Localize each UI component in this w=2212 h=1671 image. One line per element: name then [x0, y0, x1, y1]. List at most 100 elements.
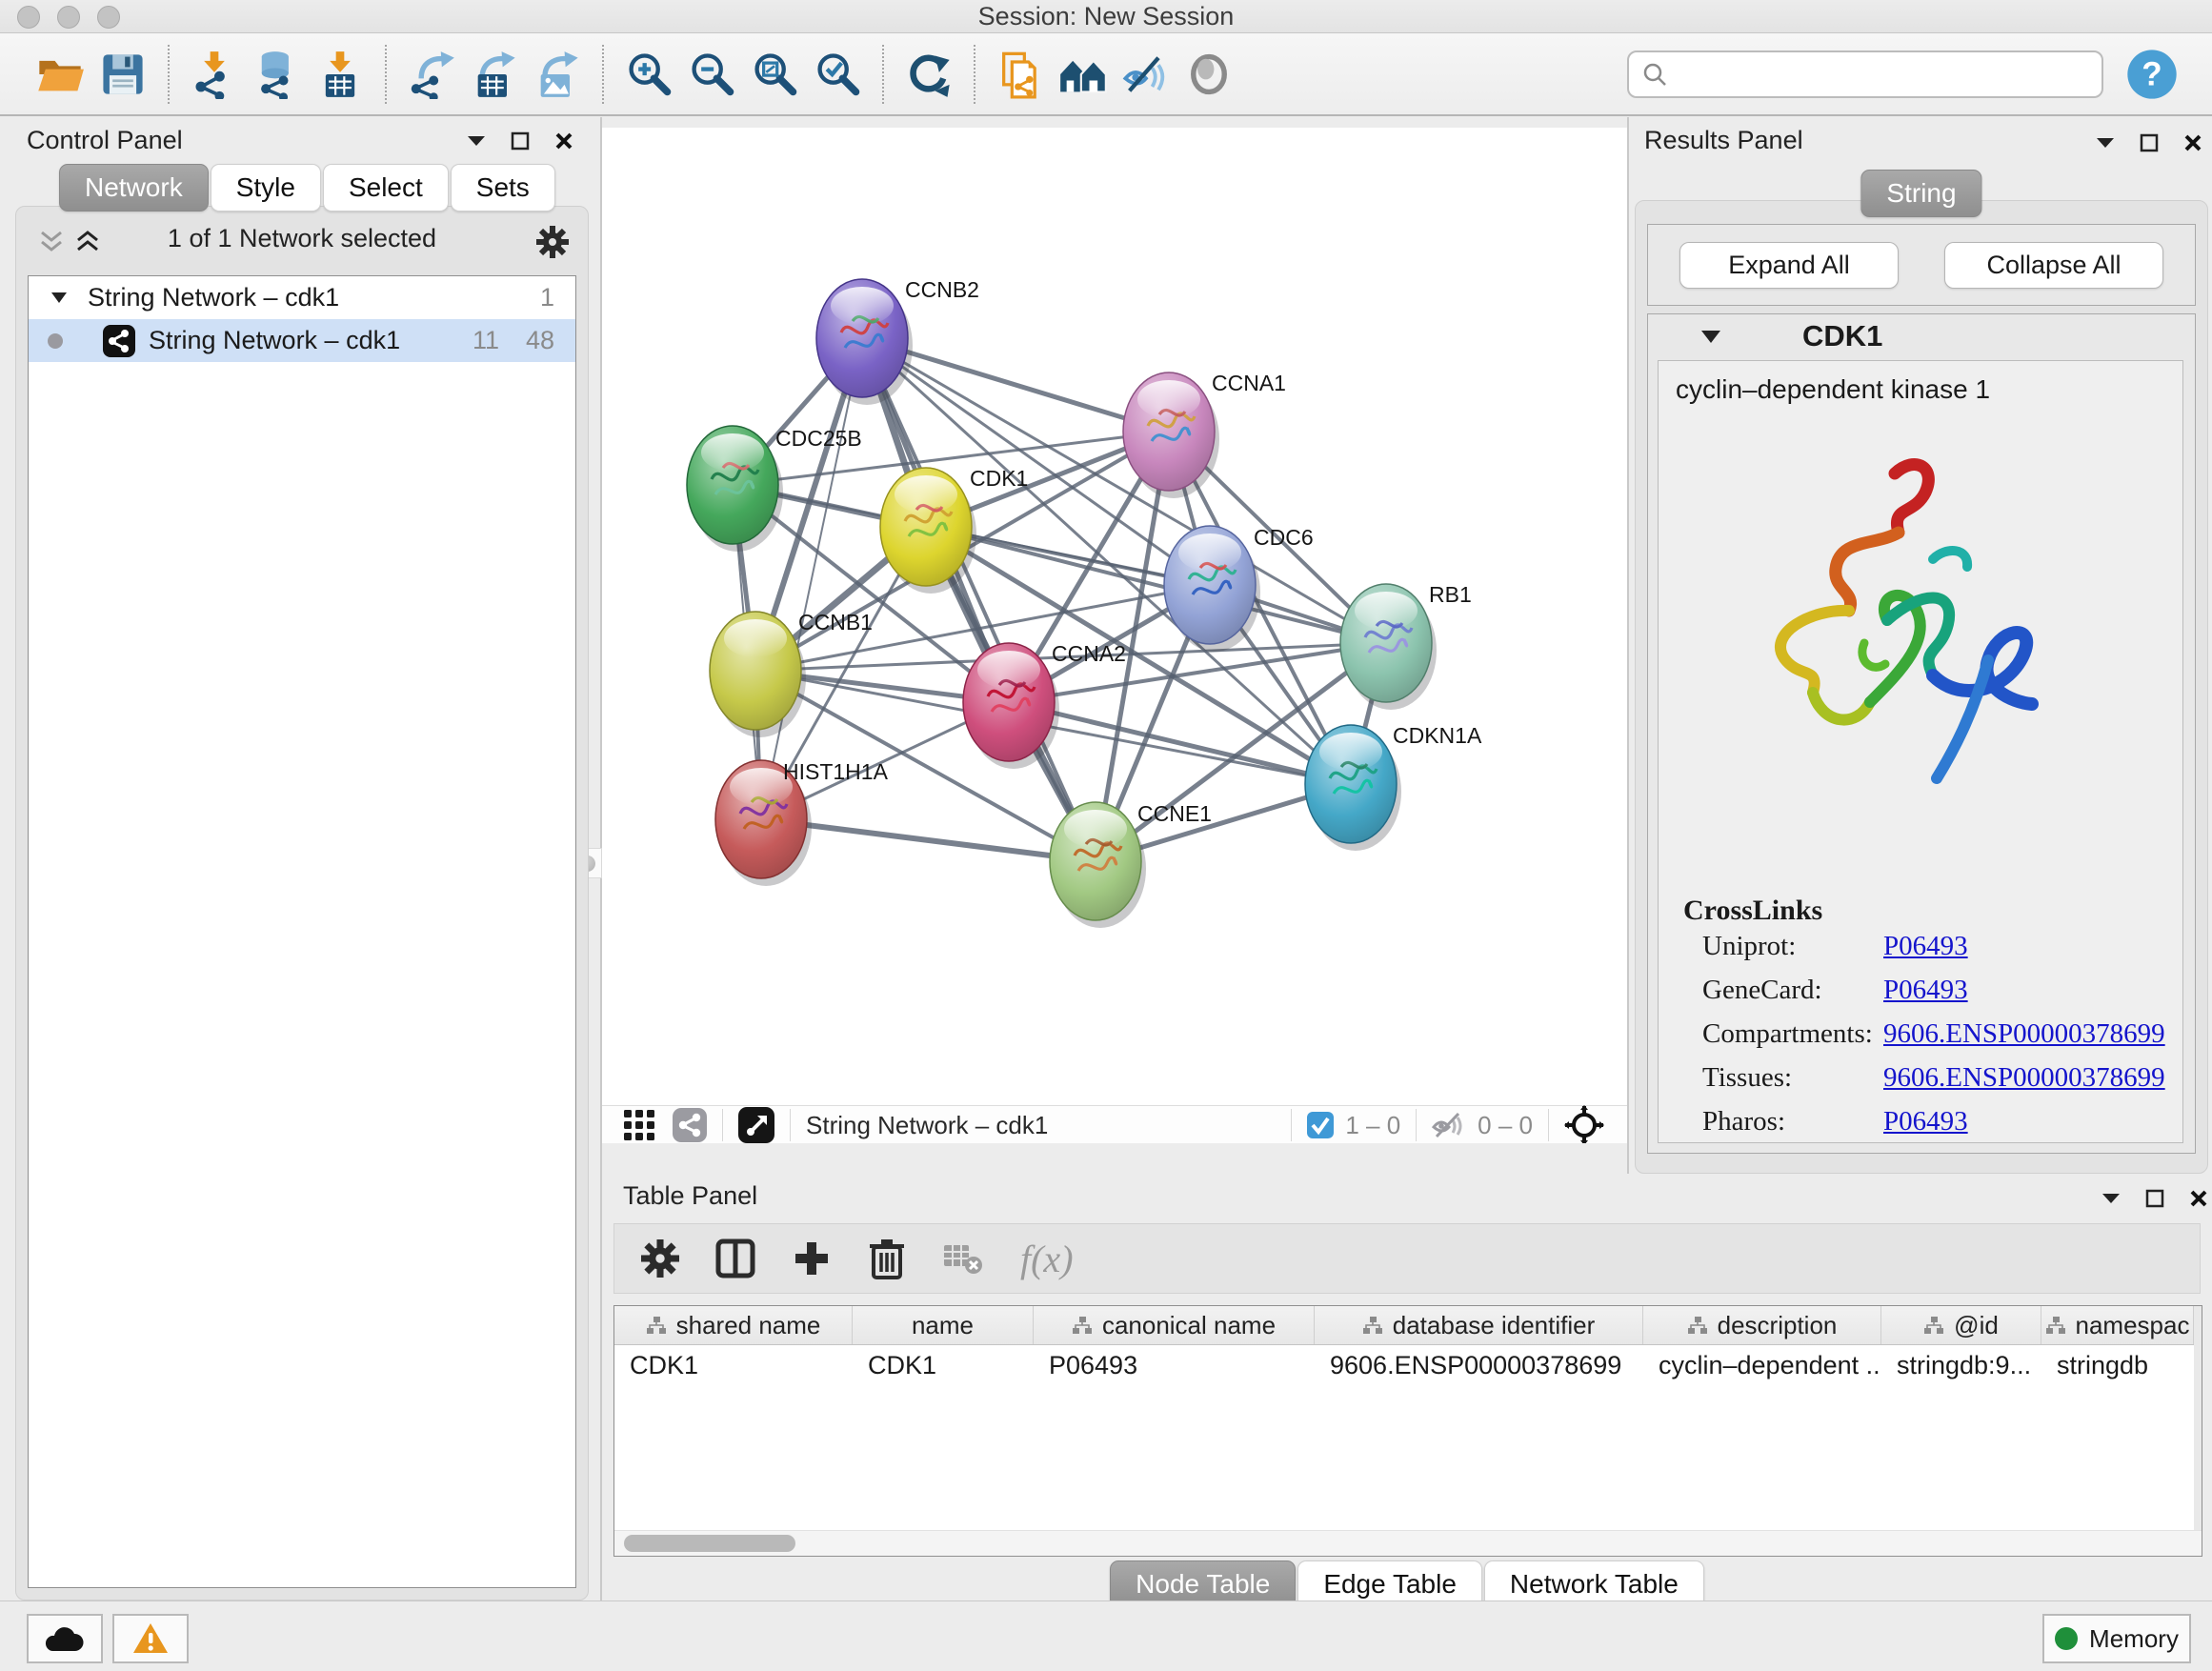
network-canvas[interactable]: CCNB2CCNA1CDC25BCDK1CDC6RB1CCNB1CCNA2CDK…: [602, 128, 1627, 1105]
share-view-icon[interactable]: [673, 1108, 707, 1142]
panel-float-icon[interactable]: [2145, 1189, 2164, 1208]
column-header-name[interactable]: name: [853, 1306, 1034, 1344]
network-node-CCNB2[interactable]: [816, 279, 913, 405]
network-graph[interactable]: CCNB2CCNA1CDC25BCDK1CDC6RB1CCNB1CCNA2CDK…: [602, 128, 1627, 1105]
column-header--id[interactable]: @id: [1881, 1306, 2041, 1344]
network-node-CCNB1[interactable]: [710, 612, 806, 737]
search-input[interactable]: [1669, 58, 2090, 90]
network-node-CCNE1[interactable]: [1050, 802, 1146, 928]
table-cell[interactable]: stringdb:9...: [1881, 1345, 2041, 1385]
network-options-gear-icon[interactable]: [536, 226, 569, 258]
crosslink-link[interactable]: 9606.ENSP00000378699: [1883, 1018, 2165, 1050]
entry-collapse-icon[interactable]: [1701, 331, 1720, 343]
network-edge[interactable]: [761, 338, 862, 819]
hide-unhide-button[interactable]: [1115, 43, 1177, 106]
open-in-string-button[interactable]: [989, 43, 1052, 106]
panel-float-icon[interactable]: [2140, 133, 2159, 152]
string-home-button[interactable]: [1052, 43, 1115, 106]
table-cell[interactable]: CDK1: [853, 1345, 1034, 1385]
function-builder-button[interactable]: f(x): [1020, 1237, 1074, 1281]
search-field[interactable]: [1627, 50, 2103, 98]
warning-button[interactable]: [112, 1614, 189, 1663]
scrollbar-thumb[interactable]: [624, 1535, 795, 1552]
import-table-file-button[interactable]: [309, 43, 372, 106]
birdseye-view-icon[interactable]: [738, 1107, 774, 1143]
crosslink-link[interactable]: P06493: [1883, 931, 1968, 962]
export-table-button[interactable]: [463, 43, 526, 106]
create-column-icon[interactable]: [792, 1238, 832, 1278]
show-columns-icon[interactable]: [715, 1238, 755, 1278]
panel-menu-chevron-icon[interactable]: [2096, 137, 2115, 149]
expand-all-button[interactable]: Expand All: [1679, 242, 1899, 289]
tab-select[interactable]: Select: [323, 164, 449, 211]
network-edge[interactable]: [862, 338, 1096, 861]
network-node-CCNA1[interactable]: [1123, 372, 1219, 498]
network-node-CDKN1A[interactable]: [1305, 725, 1401, 851]
panel-menu-chevron-icon[interactable]: [2101, 1193, 2121, 1204]
column-header-database-identifier[interactable]: database identifier: [1315, 1306, 1643, 1344]
panel-close-icon[interactable]: [2183, 133, 2202, 152]
table-vertical-scrollbar[interactable]: [2194, 1306, 2202, 1556]
help-button[interactable]: ?: [2121, 43, 2183, 106]
tab-string[interactable]: String: [1860, 170, 1981, 217]
table-options-gear-icon[interactable]: [641, 1239, 679, 1278]
crosslink-link[interactable]: 9606.ENSP00000378699: [1883, 1062, 2165, 1094]
open-session-button[interactable]: [29, 43, 91, 106]
zoom-fit-button[interactable]: [743, 43, 806, 106]
center-view-icon[interactable]: [1564, 1105, 1604, 1145]
export-network-button[interactable]: [400, 43, 463, 106]
column-header-description[interactable]: description: [1643, 1306, 1881, 1344]
import-network-file-button[interactable]: [183, 43, 246, 106]
tree-expander-icon[interactable]: [51, 292, 67, 303]
cloud-button[interactable]: [27, 1614, 103, 1663]
zoom-selected-button[interactable]: [806, 43, 869, 106]
zoom-out-button[interactable]: [680, 43, 743, 106]
tab-network[interactable]: Network: [59, 164, 209, 211]
network-node-RB1[interactable]: [1340, 584, 1437, 710]
node-label-CCNA1: CCNA1: [1212, 371, 1286, 395]
crosslink-row: GeneCard:P06493: [1702, 975, 2182, 1006]
save-session-button[interactable]: [91, 43, 154, 106]
houses-icon: [1058, 50, 1108, 99]
panel-float-icon[interactable]: [511, 131, 530, 151]
node-label-RB1: RB1: [1429, 582, 1472, 607]
memory-button[interactable]: Memory: [2042, 1614, 2191, 1663]
table-horizontal-scrollbar[interactable]: [614, 1530, 2202, 1556]
cloud-icon: [43, 1622, 87, 1655]
presentation-sphere-button[interactable]: [1177, 43, 1240, 106]
network-node-CDK1[interactable]: [880, 468, 976, 594]
table-cell[interactable]: P06493: [1034, 1345, 1315, 1385]
grid-view-icon[interactable]: [623, 1109, 655, 1141]
column-header-namespac[interactable]: namespac: [2041, 1306, 2194, 1344]
export-image-button[interactable]: [526, 43, 589, 106]
table-cell[interactable]: cyclin–dependent ...: [1643, 1345, 1881, 1385]
zoom-in-button[interactable]: [617, 43, 680, 106]
table-cell[interactable]: 9606.ENSP00000378699: [1315, 1345, 1643, 1385]
delete-column-icon[interactable]: [868, 1238, 906, 1279]
crosslink-link[interactable]: P06493: [1883, 1106, 1968, 1137]
crosslink-link[interactable]: P06493: [1883, 975, 1968, 1006]
tab-style[interactable]: Style: [211, 164, 321, 211]
network-row[interactable]: String Network – cdk1 11 48: [29, 319, 575, 362]
table-row[interactable]: CDK1CDK1P064939606.ENSP00000378699cyclin…: [614, 1345, 2202, 1385]
hidden-eye-icon[interactable]: [1432, 1111, 1466, 1139]
panel-close-icon[interactable]: [2189, 1189, 2208, 1208]
import-network-database-button[interactable]: [246, 43, 309, 106]
network-node-CDC6[interactable]: [1164, 526, 1260, 652]
refresh-network-button[interactable]: [897, 43, 960, 106]
panel-menu-chevron-icon[interactable]: [467, 135, 486, 147]
network-node-CCNA2[interactable]: [963, 643, 1059, 769]
column-header-canonical-name[interactable]: canonical name: [1034, 1306, 1315, 1344]
results-panel-splitter[interactable]: [1627, 117, 1629, 1174]
network-collection-row[interactable]: String Network – cdk1 1: [29, 276, 575, 319]
tab-sets[interactable]: Sets: [451, 164, 555, 211]
selected-checkbox-icon[interactable]: [1307, 1112, 1334, 1138]
delete-table-icon[interactable]: [942, 1239, 984, 1278]
table-cell[interactable]: CDK1: [614, 1345, 853, 1385]
collapse-all-button[interactable]: Collapse All: [1944, 242, 2163, 289]
gene-entry-header[interactable]: CDK1: [1648, 314, 2195, 358]
column-header-shared-name[interactable]: shared name: [614, 1306, 853, 1344]
panel-close-icon[interactable]: [554, 131, 573, 151]
table-cell[interactable]: stringdb: [2041, 1345, 2194, 1385]
horizontal-splitter[interactable]: [602, 1143, 1627, 1174]
